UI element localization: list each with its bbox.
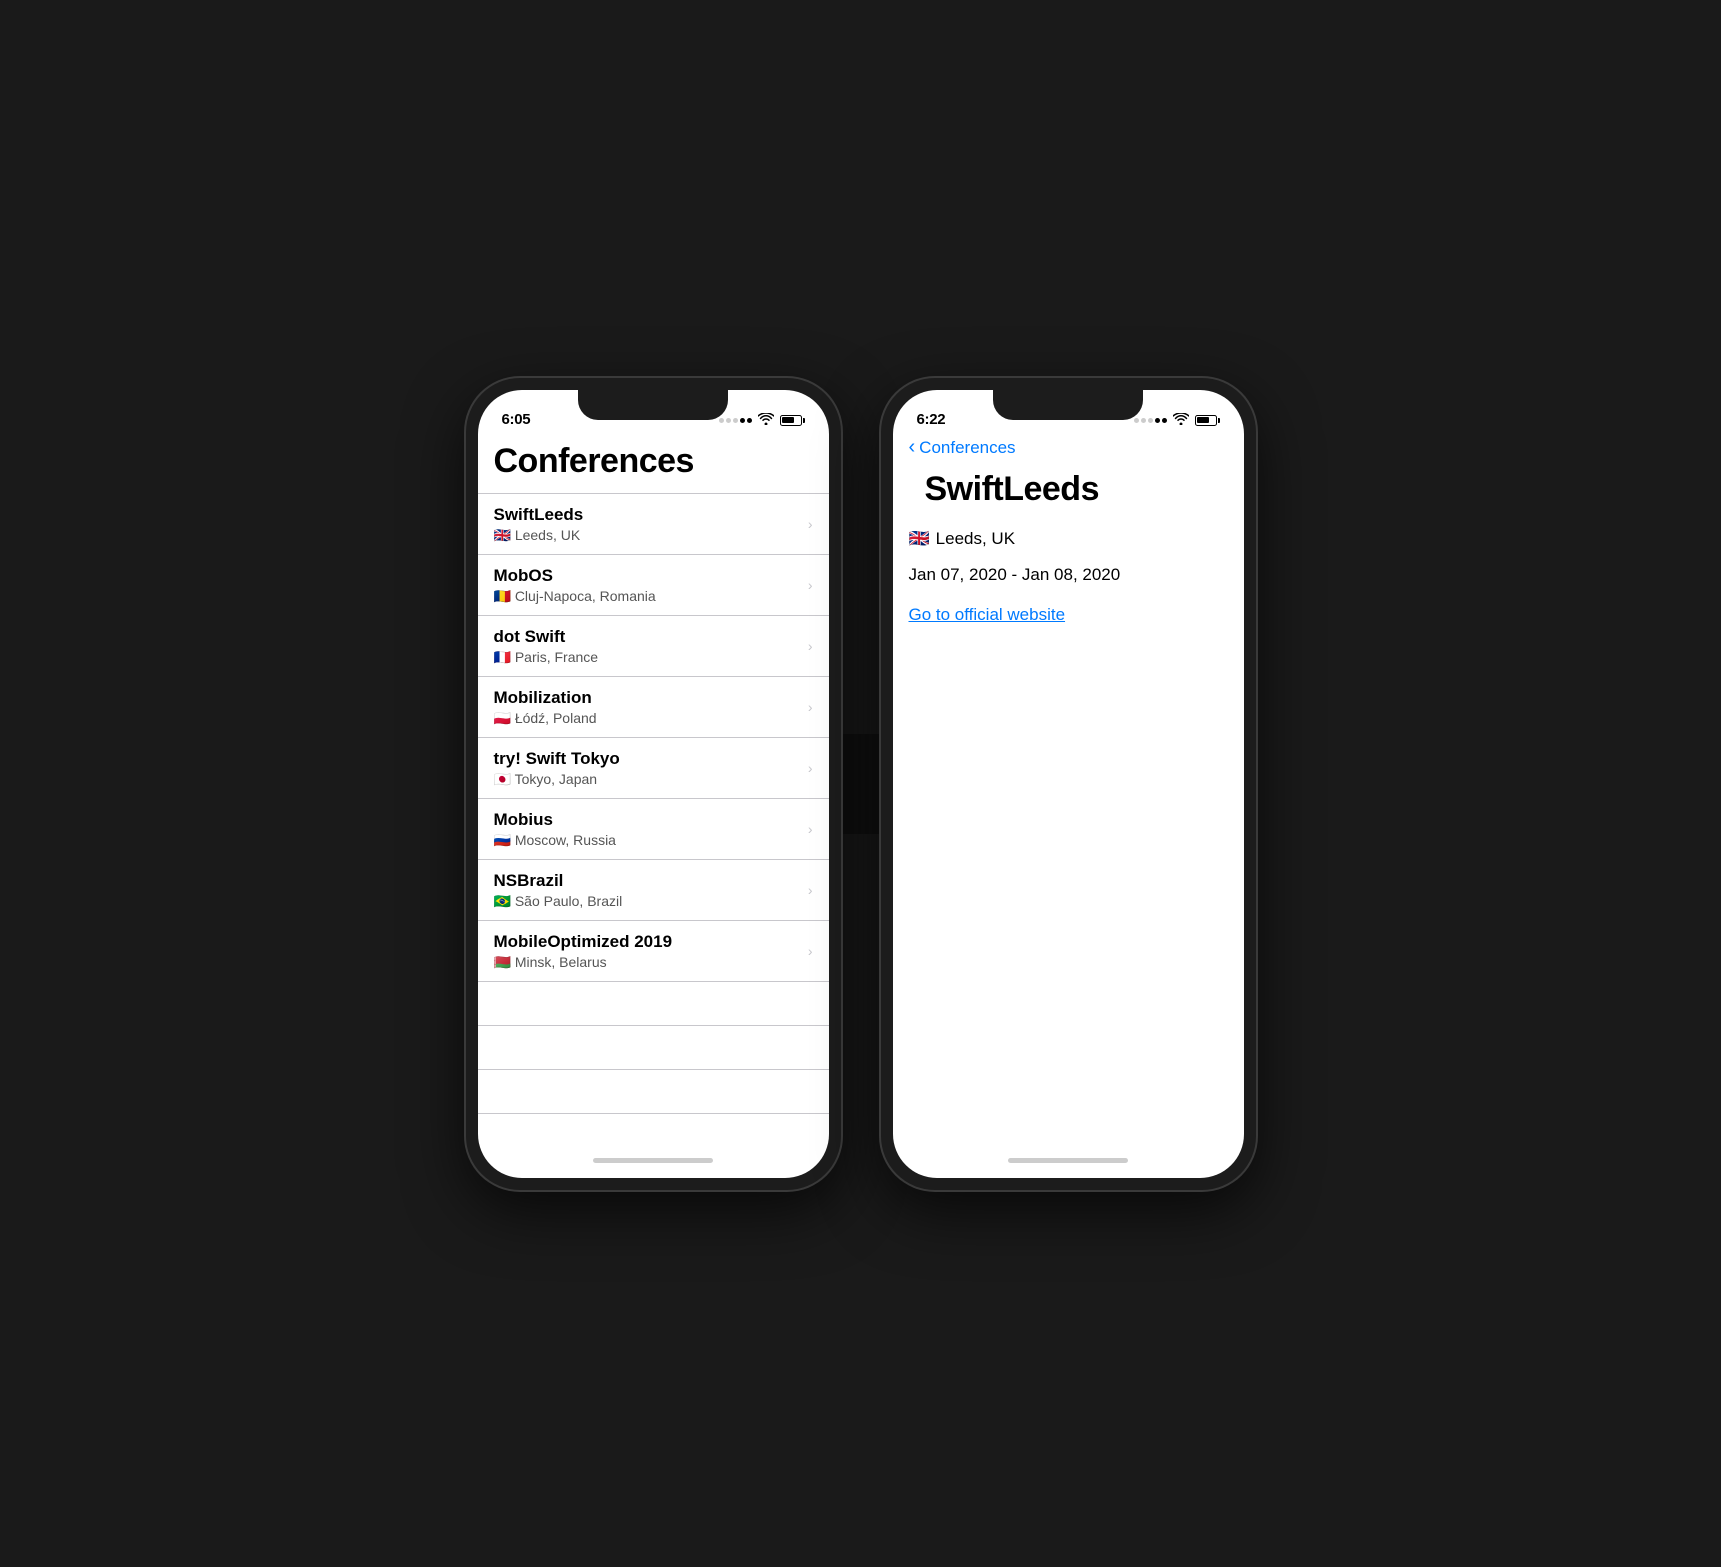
chevron-right-icon: › — [808, 943, 813, 959]
item-name: NSBrazil — [494, 870, 800, 892]
empty-row — [478, 982, 829, 1026]
item-location: 🇧🇷 São Paulo, Brazil — [494, 893, 800, 910]
list-item[interactable]: MobOS 🇷🇴 Cluj-Napoca, Romania › — [478, 555, 829, 616]
notch — [993, 390, 1143, 420]
phone-detail: 6:22 — [881, 378, 1256, 1190]
battery-icon — [780, 415, 805, 426]
item-name: Mobius — [494, 809, 800, 831]
status-icons — [1134, 413, 1220, 428]
status-icons — [719, 413, 805, 428]
status-time: 6:05 — [502, 411, 531, 428]
wifi-icon — [758, 413, 774, 428]
home-indicator — [893, 1144, 1244, 1178]
wifi-icon — [1173, 413, 1189, 428]
item-location: 🇧🇾 Minsk, Belarus — [494, 954, 800, 971]
list-item[interactable]: Mobilization 🇵🇱 Łódź, Poland › — [478, 677, 829, 738]
list-item[interactable]: dot Swift 🇫🇷 Paris, France › — [478, 616, 829, 677]
back-button[interactable]: ‹ Conferences — [909, 438, 1016, 458]
signal-icon — [1134, 418, 1167, 423]
detail-location: 🇬🇧 Leeds, UK — [909, 529, 1228, 549]
back-button-label: Conferences — [919, 438, 1015, 458]
flag-icon: 🇬🇧 — [909, 529, 930, 549]
list-item[interactable]: Mobius 🇷🇺 Moscow, Russia › — [478, 799, 829, 860]
item-name: dot Swift — [494, 626, 800, 648]
item-location: 🇬🇧 Leeds, UK — [494, 527, 800, 544]
chevron-right-icon: › — [808, 577, 813, 593]
empty-row — [478, 1070, 829, 1114]
conference-list: SwiftLeeds 🇬🇧 Leeds, UK › MobOS 🇷🇴 Cluj-… — [478, 493, 829, 1144]
home-indicator — [478, 1144, 829, 1178]
item-location: 🇷🇺 Moscow, Russia — [494, 832, 800, 849]
empty-row — [478, 1026, 829, 1070]
notch — [578, 390, 728, 420]
detail-content: SwiftLeeds 🇬🇧 Leeds, UK Jan 07, 2020 - J… — [893, 466, 1244, 625]
detail-dates: Jan 07, 2020 - Jan 08, 2020 — [909, 565, 1228, 585]
phone-list: 6:05 — [466, 378, 841, 1190]
chevron-right-icon: › — [808, 699, 813, 715]
list-item[interactable]: MobileOptimized 2019 🇧🇾 Minsk, Belarus › — [478, 921, 829, 982]
list-screen: Conferences SwiftLeeds 🇬🇧 Leeds, UK › — [478, 434, 829, 1144]
signal-icon — [719, 418, 752, 423]
item-location: 🇵🇱 Łódź, Poland — [494, 710, 800, 727]
item-name: MobOS — [494, 565, 800, 587]
chevron-right-icon: › — [808, 882, 813, 898]
status-time: 6:22 — [917, 411, 946, 428]
official-website-link[interactable]: Go to official website — [909, 605, 1066, 624]
empty-row — [478, 1114, 829, 1143]
item-name: try! Swift Tokyo — [494, 748, 800, 770]
home-bar — [1008, 1158, 1128, 1163]
home-bar — [593, 1158, 713, 1163]
list-item[interactable]: NSBrazil 🇧🇷 São Paulo, Brazil › — [478, 860, 829, 921]
list-item[interactable]: SwiftLeeds 🇬🇧 Leeds, UK › — [478, 493, 829, 555]
chevron-right-icon: › — [808, 516, 813, 532]
detail-title: SwiftLeeds — [909, 466, 1228, 529]
nav-bar: ‹ Conferences — [893, 434, 1244, 466]
chevron-right-icon: › — [808, 821, 813, 837]
item-location: 🇯🇵 Tokyo, Japan — [494, 771, 800, 788]
battery-icon — [1195, 415, 1220, 426]
chevron-right-icon: › — [808, 638, 813, 654]
back-chevron-icon: ‹ — [909, 437, 916, 457]
item-name: MobileOptimized 2019 — [494, 931, 800, 953]
item-location: 🇫🇷 Paris, France — [494, 649, 800, 666]
page-title: Conferences — [478, 434, 829, 493]
chevron-right-icon: › — [808, 760, 813, 776]
item-name: SwiftLeeds — [494, 504, 800, 526]
item-name: Mobilization — [494, 687, 800, 709]
item-location: 🇷🇴 Cluj-Napoca, Romania — [494, 588, 800, 605]
detail-screen: ‹ Conferences SwiftLeeds 🇬🇧 Leeds, UK Ja… — [893, 434, 1244, 1144]
list-item[interactable]: try! Swift Tokyo 🇯🇵 Tokyo, Japan › — [478, 738, 829, 799]
